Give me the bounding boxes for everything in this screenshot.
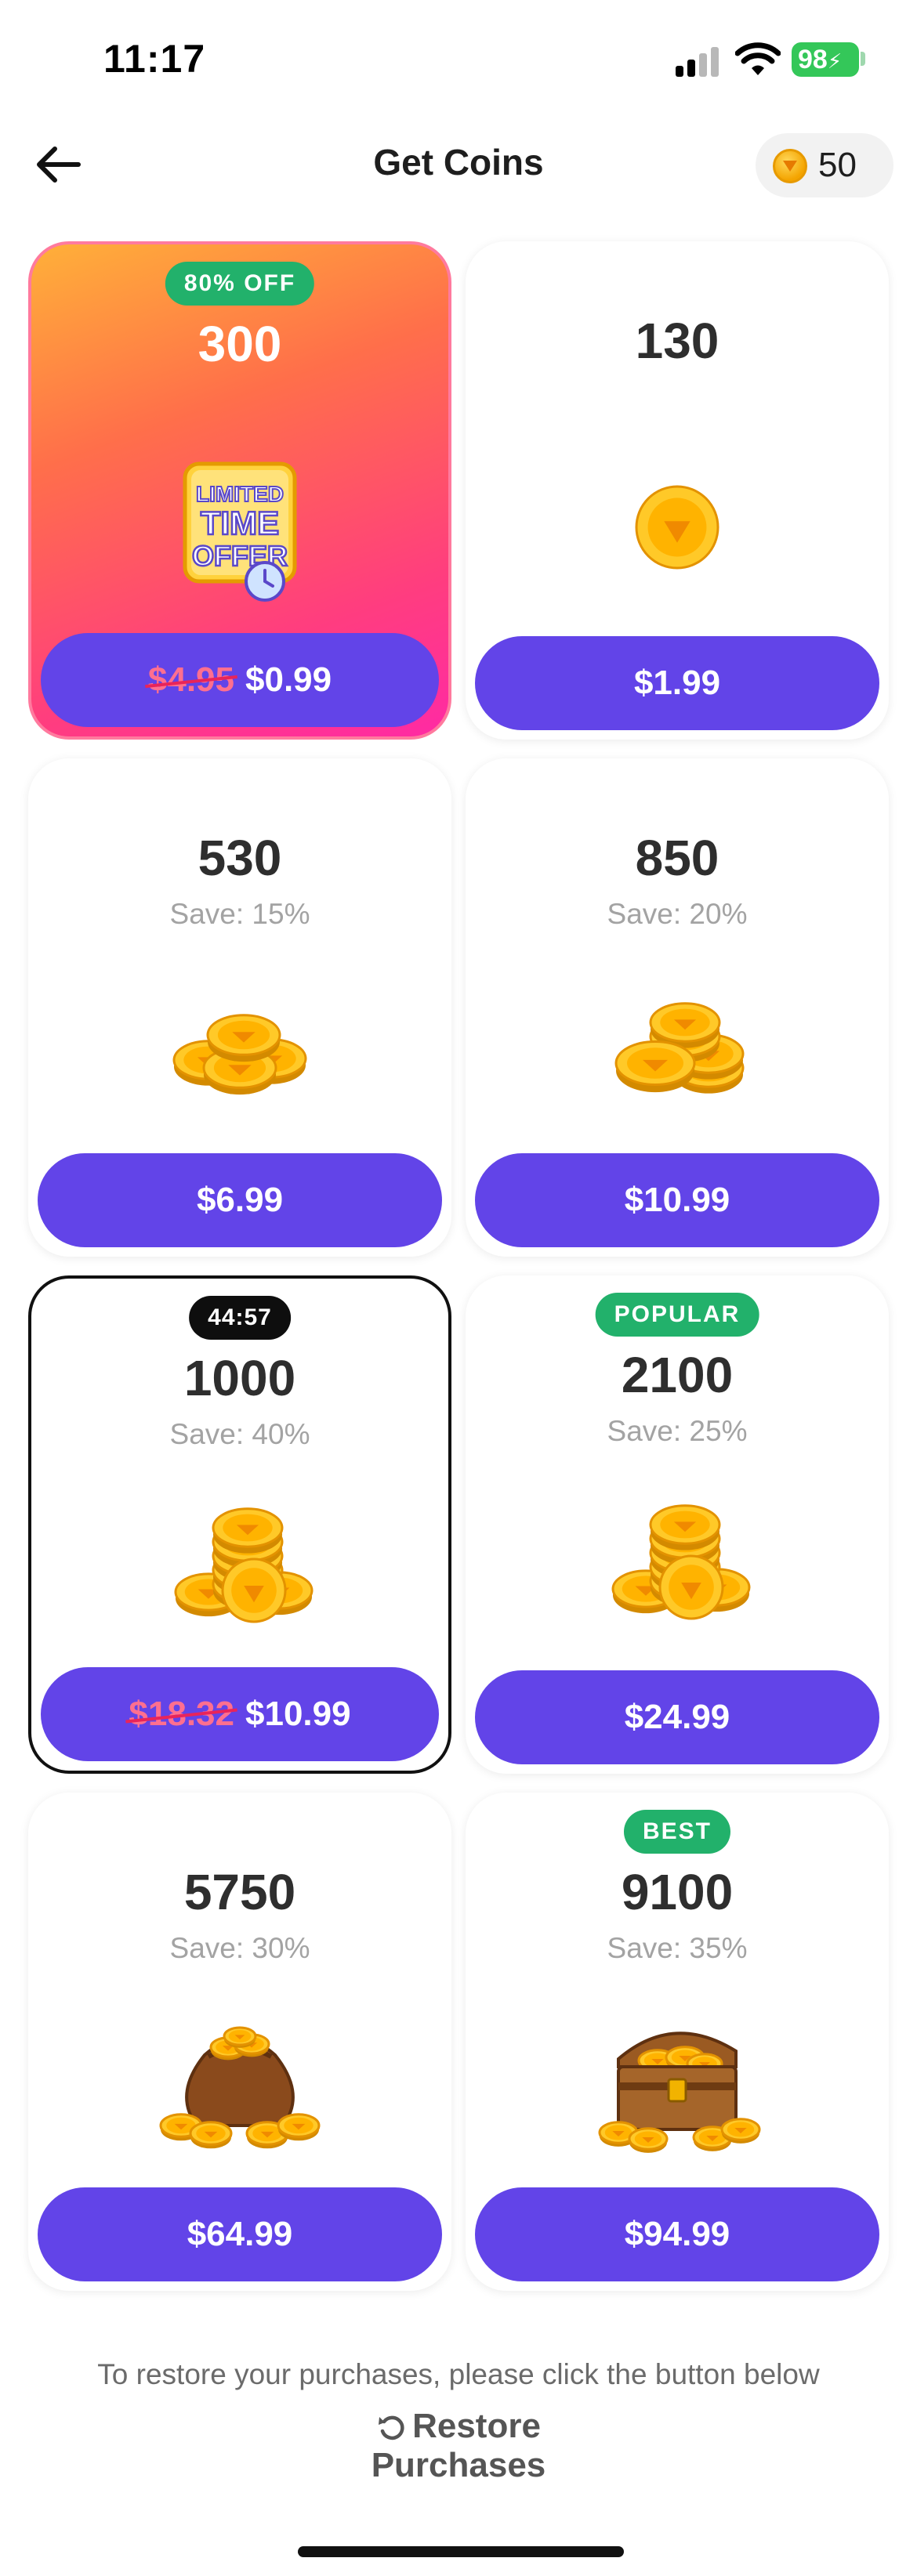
offer-line-2: TIME — [201, 505, 279, 541]
coin-amount: 5750 — [183, 1864, 296, 1920]
coin-package-card[interactable]: 850 Save: 20% $10.99 — [466, 758, 889, 1257]
price-label: $1.99 — [633, 664, 721, 702]
package-badge: POPULAR — [595, 1293, 759, 1337]
price-label: $24.99 — [624, 1698, 730, 1736]
package-badge: BEST — [623, 1810, 731, 1854]
original-price: $18.32 — [129, 1695, 234, 1733]
coin-pile-small-icon — [28, 954, 451, 1134]
buy-button[interactable]: $94.99 — [475, 2187, 879, 2281]
coin-package-card[interactable]: BEST 9100 Save: 35% $94.99 — [466, 1793, 889, 2291]
status-time: 11:17 — [103, 37, 206, 81]
coin-package-card[interactable]: 530 Save: 15% $6.99 — [28, 758, 451, 1257]
battery-indicator: 98⚡ — [792, 42, 859, 77]
coin-icon — [773, 149, 807, 183]
coin-amount: 300 — [198, 316, 282, 372]
buy-button[interactable]: $4.95 $0.99 — [41, 633, 439, 727]
coin-package-card[interactable]: 44:57 1000 Save: 40% $18.32 $10.99 — [28, 1275, 451, 1774]
coin-package-card[interactable]: POPULAR 2100 Save: 25% $24.99 — [466, 1275, 889, 1774]
coin-stack-icon — [466, 954, 889, 1134]
header: Get Coins 50 — [0, 118, 917, 212]
coin-package-card[interactable]: 5750 Save: 30% $64.99 — [28, 1793, 451, 2291]
coin-balance-value: 50 — [818, 146, 857, 184]
coin-package-card[interactable]: 80% OFF 300 LIMITED TIME OFFER $4.95 $0.99 — [28, 241, 451, 740]
save-percent: Save: 20% — [607, 898, 748, 930]
status-bar: 11:17 98⚡ — [0, 0, 917, 118]
coin-package-card[interactable]: 130 $1.99 — [466, 241, 889, 740]
coin-amount: 530 — [198, 830, 282, 886]
buy-button[interactable]: $10.99 — [475, 1153, 879, 1247]
offer-line-1: LIMITED — [196, 482, 284, 506]
price-label: $10.99 — [245, 1695, 351, 1733]
price-label: $94.99 — [624, 2215, 730, 2253]
coin-amount: 1000 — [183, 1350, 296, 1406]
restore-purchases-button[interactable]: Restore Purchases — [286, 2407, 631, 2484]
single-coin-icon — [466, 437, 889, 617]
battery-cap — [861, 52, 865, 66]
coin-stack-large-icon — [466, 1471, 889, 1652]
save-percent: Save: 15% — [169, 898, 310, 930]
refresh-icon — [379, 2416, 404, 2440]
wifi-icon — [735, 42, 781, 75]
price-label: $0.99 — [245, 660, 332, 699]
coin-balance[interactable]: 50 — [756, 133, 893, 197]
treasure-chest-icon — [466, 1988, 889, 2169]
buy-button[interactable]: $18.32 $10.99 — [41, 1667, 439, 1761]
buy-button[interactable]: $24.99 — [475, 1670, 879, 1764]
charging-bolt-icon: ⚡ — [827, 49, 843, 73]
coin-amount: 130 — [635, 313, 719, 369]
restore-note: To restore your purchases, please click … — [97, 2358, 820, 2390]
original-price: $4.95 — [147, 660, 234, 699]
coin-amount: 2100 — [621, 1347, 734, 1403]
save-percent: Save: 35% — [607, 1932, 748, 1964]
countdown-badge: 44:57 — [189, 1296, 291, 1340]
price-label: $10.99 — [624, 1181, 730, 1219]
coin-stack-large-icon — [31, 1474, 448, 1655]
coin-amount: 9100 — [621, 1864, 734, 1920]
save-percent: Save: 30% — [169, 1932, 310, 1964]
save-percent: Save: 25% — [607, 1415, 748, 1447]
save-percent: Save: 40% — [169, 1418, 310, 1450]
price-label: $6.99 — [196, 1181, 284, 1219]
buy-button[interactable]: $64.99 — [38, 2187, 442, 2281]
price-label: $64.99 — [187, 2215, 293, 2253]
cellular-signal-icon — [676, 47, 719, 77]
home-indicator — [298, 2546, 624, 2557]
buy-button[interactable]: $1.99 — [475, 636, 879, 730]
package-badge: 80% OFF — [165, 262, 315, 306]
buy-button[interactable]: $6.99 — [38, 1153, 442, 1247]
limited-time-offer-icon: LIMITED TIME OFFER — [31, 440, 448, 620]
battery-level: 98 — [798, 45, 828, 74]
coin-amount: 850 — [635, 830, 719, 886]
coin-bag-icon — [28, 1988, 451, 2169]
